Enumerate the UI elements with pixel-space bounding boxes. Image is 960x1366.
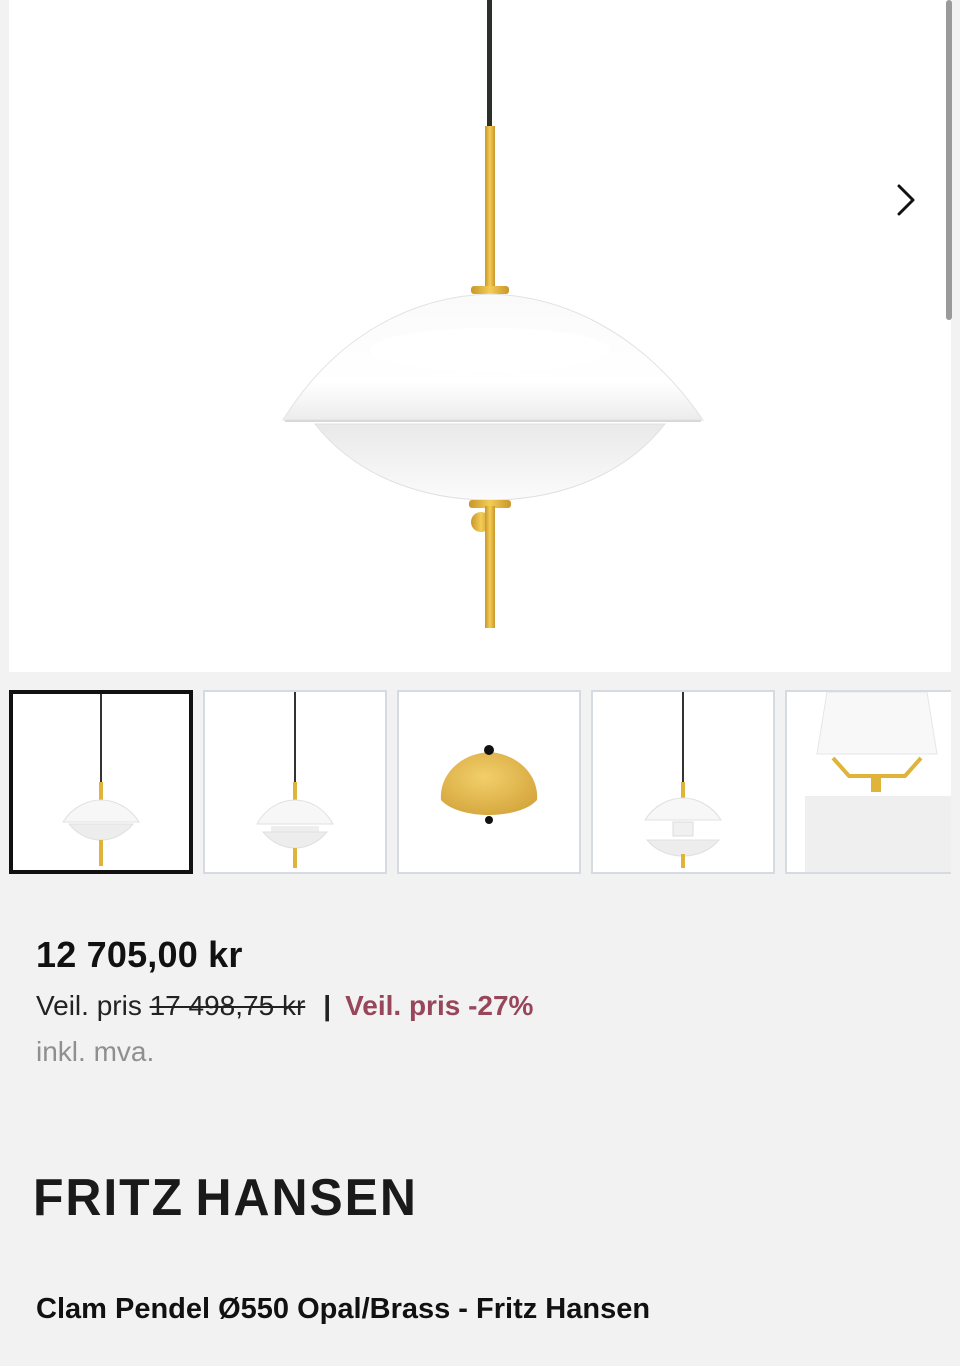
recommended-price-label: Veil. pris [36,990,142,1021]
next-image-button[interactable] [881,176,929,224]
thumbnail-4[interactable] [591,690,775,874]
vat-note: inkl. mva. [36,1036,155,1067]
product-main-image[interactable] [9,0,951,672]
thumbnail-5[interactable] [785,690,951,874]
brand-logo-word-2: HANSEN [195,1169,418,1227]
scrollbar[interactable] [946,0,952,320]
thumbnail-5-image [805,692,951,872]
thumbnail-2[interactable] [203,690,387,874]
recommended-price-row: Veil. pris 17 498,75 kr | Veil. pris -27% [36,990,533,1022]
thumbnail-3[interactable] [397,690,581,874]
product-page: 12 705,00 kr Veil. pris 17 498,75 kr | Vei… [0,0,960,1366]
thumbnail-4-image [644,692,722,868]
thumbnail-1-image [62,694,140,866]
thumbnail-1[interactable] [9,690,193,874]
product-title: Clam Pendel Ø550 Opal/Brass - Fritz Hans… [36,1293,651,1325]
price-separator: | [323,990,332,1021]
chevron-right-icon [897,184,915,216]
recommended-price: 17 498,75 kr [149,990,306,1021]
lamp-illustration [282,0,704,628]
brand-logo-word-1: FRITZ [33,1169,185,1227]
discount-badge: Veil. pris -27% [345,990,534,1021]
thumbnail-strip [9,690,951,878]
thumbnail-2-image [256,692,334,868]
thumbnail-3-image [440,745,538,824]
product-price: 12 705,00 kr [36,934,243,975]
brand-logo[interactable]: FRITZ HANSEN [33,1168,418,1228]
